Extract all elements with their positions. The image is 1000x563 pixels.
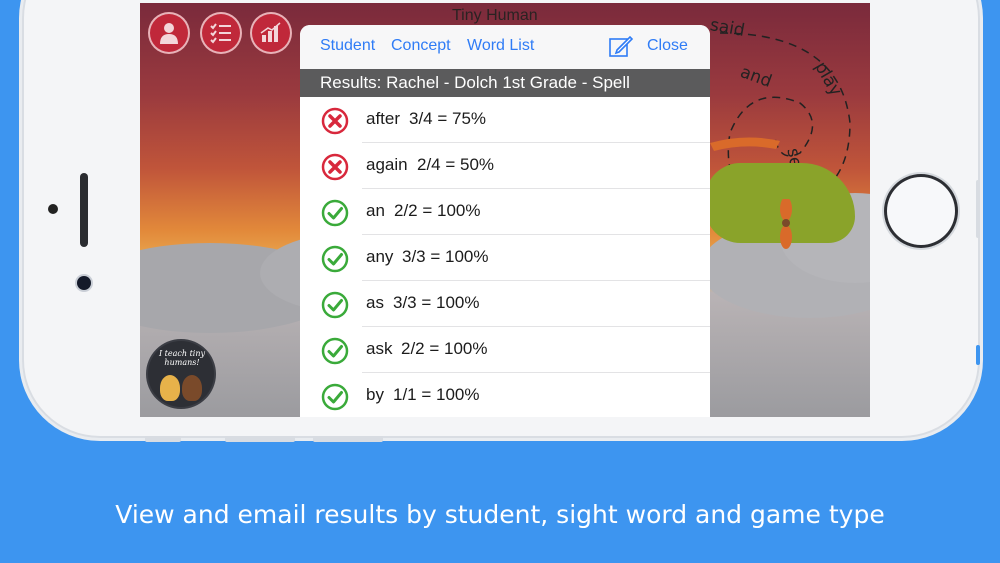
earpiece-speaker	[80, 173, 88, 247]
result-word: again	[366, 155, 408, 174]
result-row[interactable]: an 2/2 = 100%	[300, 189, 710, 235]
result-row[interactable]: again 2/4 = 50%	[300, 143, 710, 189]
plane-wing	[710, 137, 780, 151]
results-title: Results: Rachel - Dolch 1st Grade - Spel…	[320, 73, 630, 92]
side-switch	[976, 345, 980, 365]
result-word: ask	[366, 339, 393, 358]
result-row[interactable]: after 3/4 = 75%	[300, 97, 710, 143]
tab-student[interactable]: Student	[320, 37, 375, 55]
result-score: 3/3 = 100%	[402, 247, 489, 266]
tab-concept[interactable]: Concept	[391, 37, 451, 55]
volume-up-button	[225, 436, 295, 442]
results-header: Results: Rachel - Dolch 1st Grade - Spel…	[300, 69, 710, 97]
panel-navbar: Student Concept Word List Close	[300, 25, 710, 69]
student-icon	[160, 23, 178, 44]
result-word: any	[366, 247, 394, 266]
result-score: 2/4 = 50%	[417, 155, 495, 174]
logo: I teach tiny humans!	[148, 341, 214, 407]
result-score: 2/2 = 100%	[401, 339, 488, 358]
result-row[interactable]: by 1/1 = 100%	[300, 373, 710, 417]
tab-word-list[interactable]: Word List	[467, 37, 534, 55]
student-button[interactable]	[148, 12, 190, 54]
compose-icon[interactable]	[608, 35, 634, 59]
check-icon	[321, 245, 349, 273]
result-word: as	[366, 293, 384, 312]
game-title: Tiny Human	[452, 7, 538, 24]
results-panel: Student Concept Word List Close Results:…	[300, 25, 710, 417]
check-icon	[321, 337, 349, 365]
result-row[interactable]: ask 2/2 = 100%	[300, 327, 710, 373]
result-score: 1/1 = 100%	[393, 385, 480, 404]
front-camera	[77, 276, 91, 290]
side-button	[976, 180, 980, 238]
result-score: 3/4 = 75%	[409, 109, 487, 128]
promo-caption: View and email results by student, sight…	[115, 500, 885, 529]
x-mark-icon	[321, 153, 349, 181]
checklist-icon	[210, 23, 231, 44]
app-screen: Tiny Human said and play see is I teach …	[140, 3, 870, 417]
proximity-sensor	[48, 204, 58, 214]
propeller-icon	[780, 199, 792, 249]
checklist-button[interactable]	[200, 12, 242, 54]
close-button[interactable]: Close	[647, 37, 688, 55]
kid-illustration	[160, 375, 180, 401]
kid-illustration	[182, 375, 202, 401]
results-chart-button[interactable]	[250, 12, 292, 54]
result-word: after	[366, 109, 401, 128]
check-icon	[321, 199, 349, 227]
result-score: 2/2 = 100%	[394, 201, 481, 220]
result-score: 3/3 = 100%	[393, 293, 480, 312]
logo-text: I teach tiny humans!	[158, 349, 206, 367]
result-word: by	[366, 385, 384, 404]
result-word: an	[366, 201, 385, 220]
volume-down-button	[313, 436, 383, 442]
home-button[interactable]	[884, 174, 958, 248]
check-icon	[321, 291, 349, 319]
result-row[interactable]: any 3/3 = 100%	[300, 235, 710, 281]
check-icon	[321, 383, 349, 411]
top-button	[145, 436, 181, 442]
result-row[interactable]: as 3/3 = 100%	[300, 281, 710, 327]
chart-icon	[260, 22, 281, 42]
x-mark-icon	[321, 107, 349, 135]
